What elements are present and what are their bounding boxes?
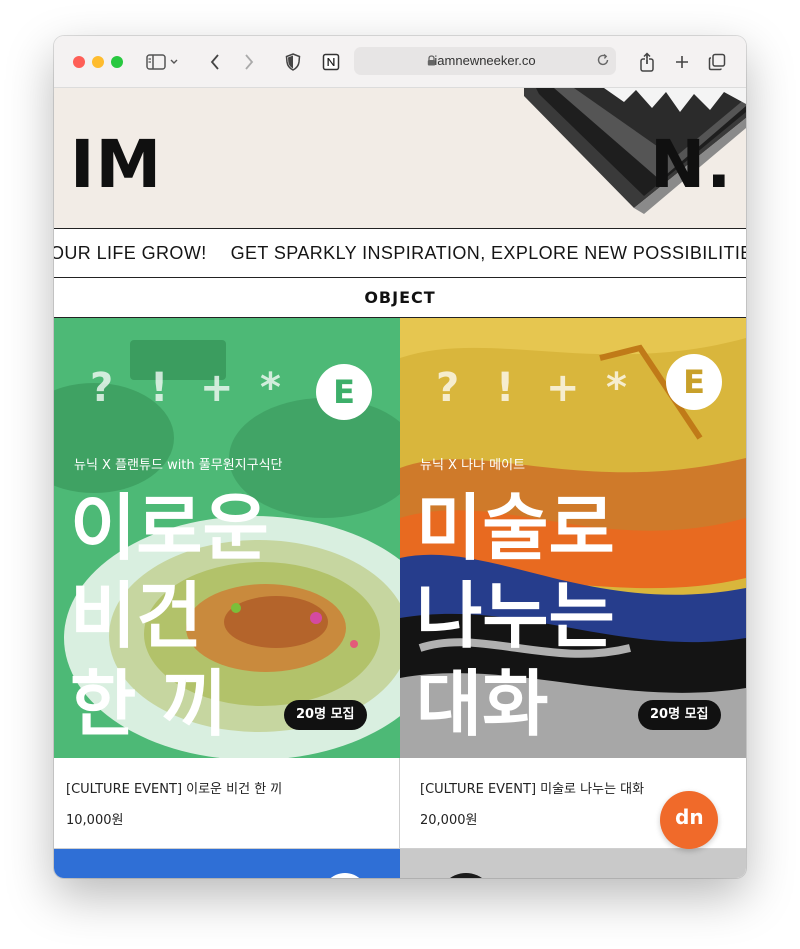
dark-circle-peek	[438, 873, 494, 878]
sidebar-icon	[146, 54, 178, 70]
forward-button[interactable]	[238, 50, 260, 74]
exclamation-icon: !	[150, 365, 169, 411]
exclamation-icon: !	[496, 365, 515, 411]
tab-overview-button[interactable]	[706, 50, 728, 74]
share-icon	[640, 52, 654, 72]
sidebar-toggle-button[interactable]	[146, 50, 180, 74]
minimize-window-button[interactable]	[92, 56, 104, 68]
e-logo-badge-peek	[322, 873, 368, 878]
shield-icon	[285, 53, 301, 71]
product-thumbnail[interactable]: ? ! + * E 뉴닉 X 플랜튜드 with 풀무원지구식단 이로운 비건 …	[54, 318, 400, 758]
share-button[interactable]	[636, 50, 658, 74]
product-caption[interactable]: [CULTURE EVENT] 이로운 비건 한 끼	[66, 778, 282, 797]
product-hero-title: 미술로 나누는 대화	[416, 484, 615, 748]
hero-title-line: 나누는	[416, 574, 615, 658]
notion-extension-button[interactable]	[320, 50, 342, 74]
plus-symbol-icon: +	[200, 365, 234, 411]
marquee-segment-b: GET SPARKLY INSPIRATION, EXPLORE NEW POS…	[230, 243, 746, 263]
marquee-banner: OUR LIFE GROW! GET SPARKLY INSPIRATION, E…	[54, 228, 746, 278]
url-text: iamnewneeker.co	[434, 53, 536, 68]
notion-icon	[322, 53, 340, 71]
hero-title-line: 미술로	[416, 486, 615, 570]
zoom-window-button[interactable]	[111, 56, 123, 68]
e-logo-badge: E	[316, 364, 372, 420]
product-caption[interactable]: [CULTURE EVENT] 미술로 나누는 대화	[420, 778, 644, 797]
marquee-text: OUR LIFE GROW! GET SPARKLY INSPIRATION, E…	[54, 243, 746, 264]
next-row-preview	[54, 848, 746, 878]
product-hero-title: 이로운 비건 한 끼	[70, 484, 269, 748]
collab-label: 뉴닉 X 플랜튜드 with 풀무원지구식단	[74, 458, 283, 473]
close-window-button[interactable]	[73, 56, 85, 68]
hero-title-line: 대화	[416, 662, 549, 746]
question-mark-icon: ?	[436, 365, 460, 411]
plus-icon	[676, 56, 688, 68]
product-thumbnail-peek[interactable]	[400, 849, 746, 878]
plus-symbol-icon: +	[546, 365, 580, 411]
product-thumbnail[interactable]: ? ! + * E 뉴닉 X 나나 메이트 미술로 나누는 대화 20명 모집	[400, 318, 746, 758]
address-bar[interactable]: iamnewneeker.co	[354, 47, 616, 75]
product-card[interactable]: ? ! + * E 뉴닉 X 플랜튜드 with 풀무원지구식단 이로운 비건 …	[54, 318, 400, 848]
asterisk-icon: *	[606, 365, 627, 411]
product-card[interactable]: ? ! + * E 뉴닉 X 나나 메이트 미술로 나누는 대화 20명 모집 …	[400, 318, 746, 848]
marquee-segment-a: OUR LIFE GROW!	[54, 243, 207, 263]
scroll-top-label: up	[674, 808, 704, 832]
chevron-left-icon	[210, 54, 219, 70]
product-grid: ? ! + * E 뉴닉 X 플랜튜드 with 풀무원지구식단 이로운 비건 …	[54, 318, 746, 878]
browser-toolbar: iamnewneeker.co	[54, 36, 746, 88]
hero-title-line: 이로운	[70, 486, 269, 570]
tabs-overview-icon	[708, 53, 726, 71]
asterisk-icon: *	[260, 365, 281, 411]
privacy-shield-button[interactable]	[282, 50, 304, 74]
hero-banner: IM N.	[54, 88, 746, 228]
browser-window: iamnewneeker.co IM N. OUR LIFE GROW! GET…	[54, 36, 746, 878]
section-title: OBJECT	[54, 278, 746, 318]
hero-title-line: 한 끼	[70, 662, 228, 746]
scroll-top-button[interactable]: up	[660, 791, 718, 849]
reload-icon[interactable]	[596, 53, 610, 67]
hero-logo-right: N.	[650, 126, 733, 203]
recruit-badge: 20명 모집	[284, 700, 367, 730]
question-mark-icon: ?	[90, 365, 114, 411]
e-logo-badge: E	[666, 354, 722, 410]
chevron-right-icon	[245, 54, 254, 70]
recruit-badge: 20명 모집	[638, 700, 721, 730]
product-price: 20,000원	[420, 813, 478, 828]
hero-logo-left: IM	[70, 126, 163, 203]
collab-label: 뉴닉 X 나나 메이트	[420, 458, 526, 473]
new-tab-button[interactable]	[671, 50, 693, 74]
hero-title-line: 비건	[70, 574, 203, 658]
web-page: IM N. OUR LIFE GROW! GET SPARKLY INSPIRAT…	[54, 88, 746, 878]
back-button[interactable]	[204, 50, 226, 74]
product-price: 10,000원	[66, 813, 124, 828]
product-thumbnail-peek[interactable]	[54, 849, 400, 878]
